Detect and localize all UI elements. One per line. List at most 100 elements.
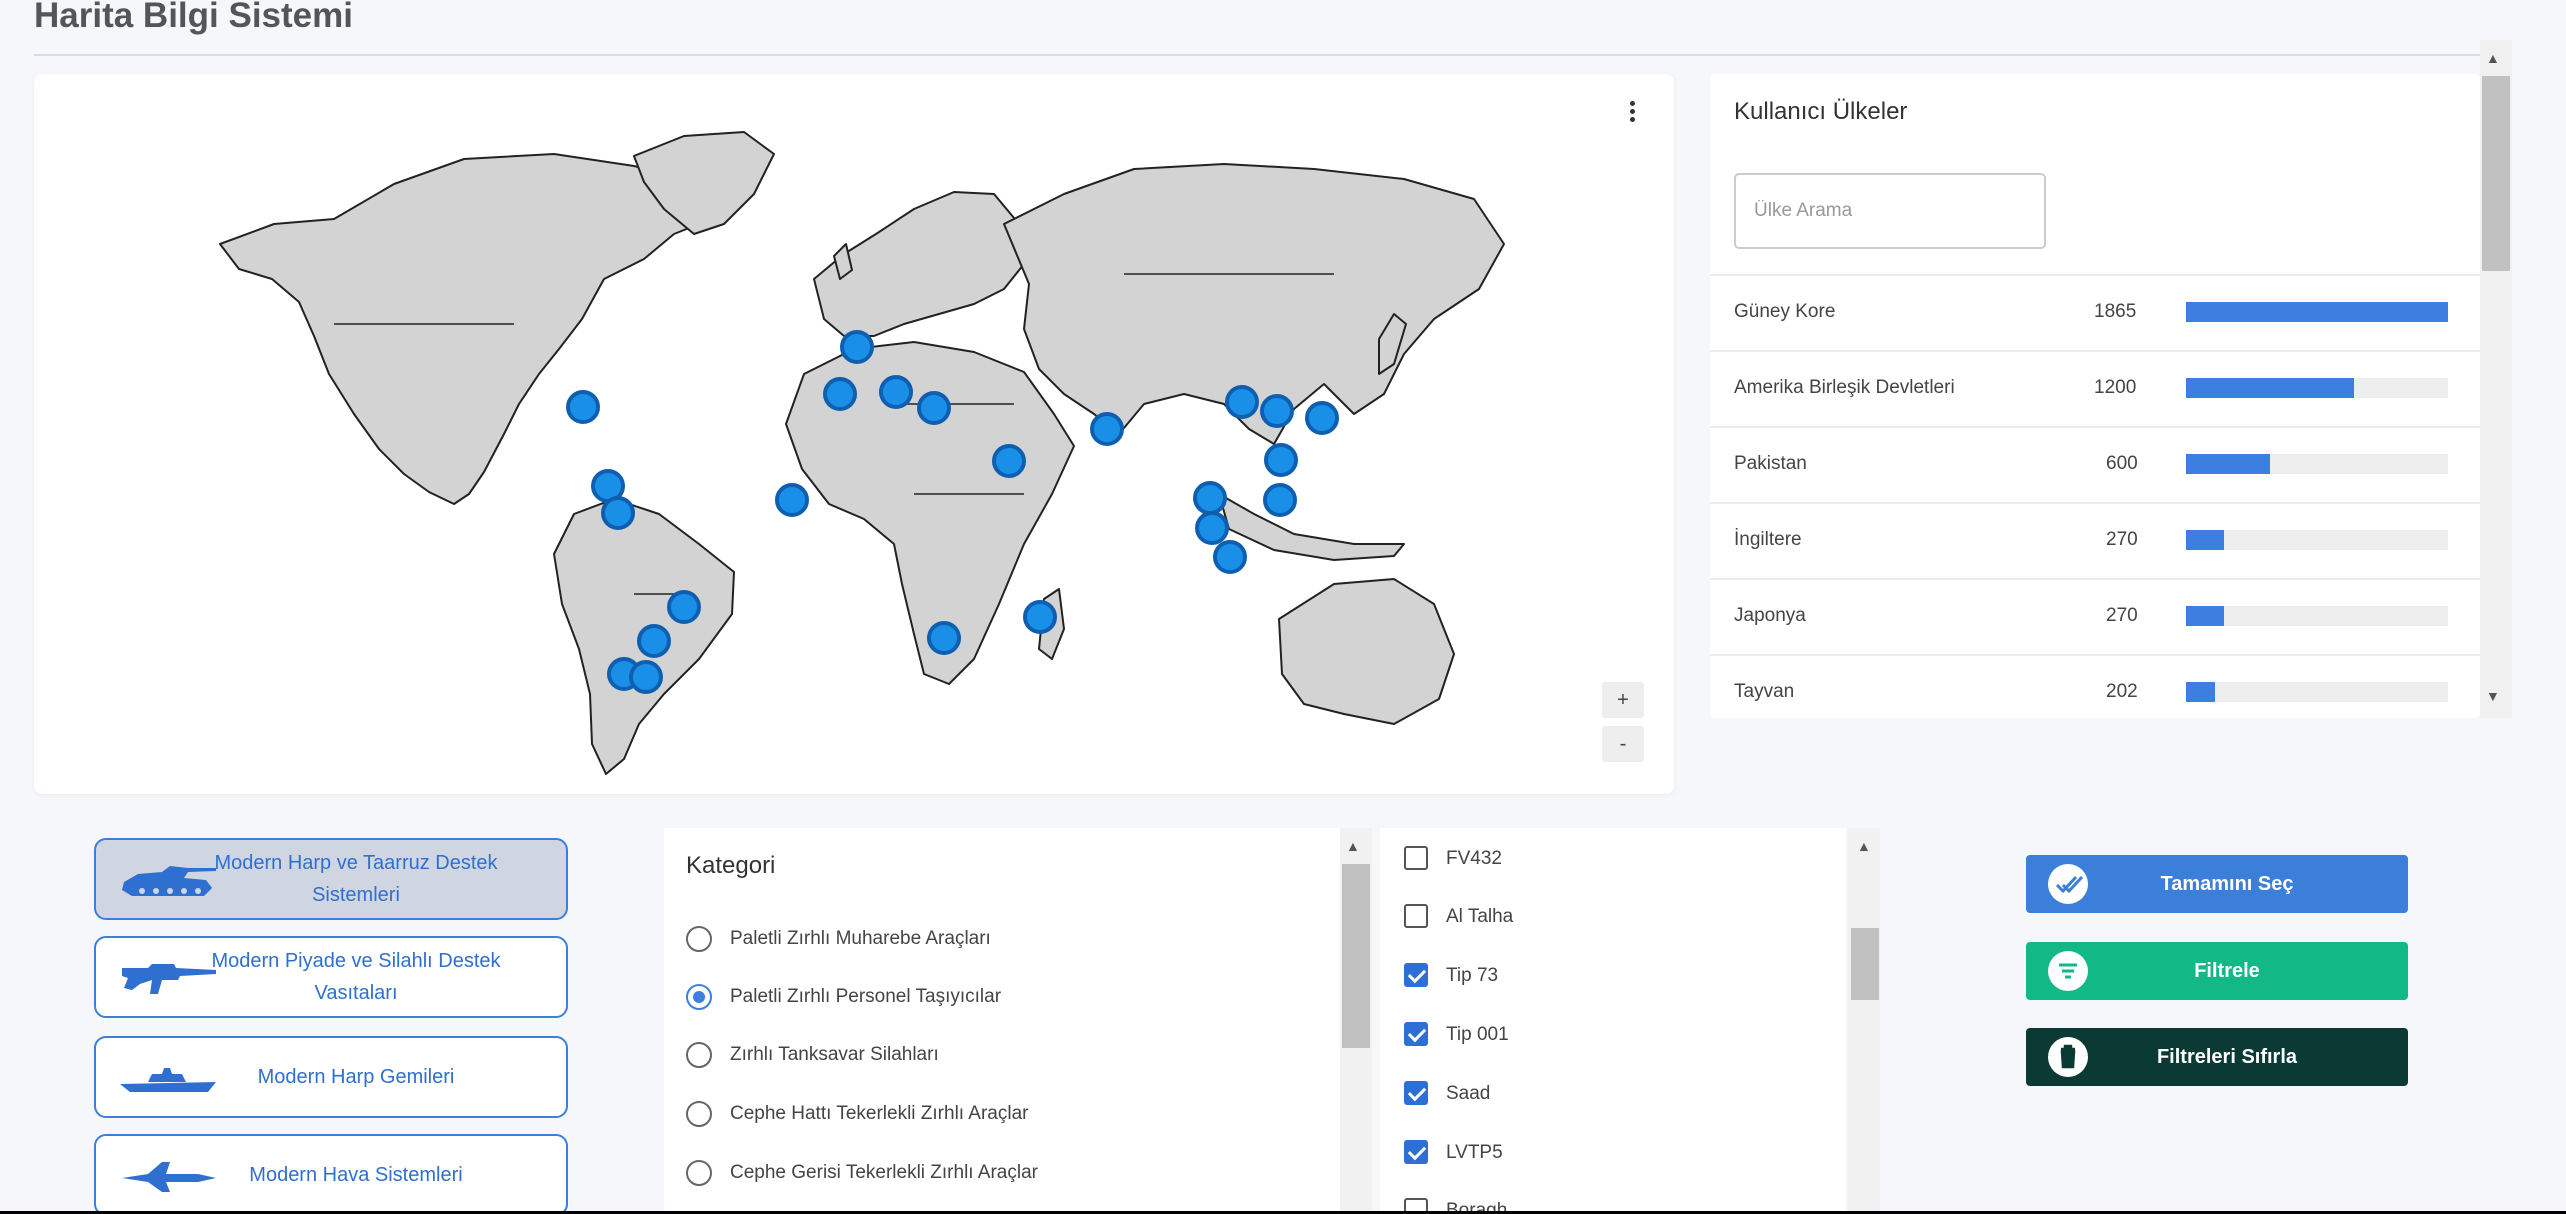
option-label: Paletli Zırhlı Personel Taşıyıcılar [730,986,1002,1007]
country-share-fill [2186,378,2354,398]
page: Harita Bilgi Sistemi + - Kullanıcı Ülkel… [0,0,2566,1211]
map-marker[interactable] [992,444,1026,478]
option-label: Cephe Hattı Tekerlekli Zırhlı Araçlar [730,1103,1029,1124]
map-marker[interactable] [566,390,600,424]
radio-button[interactable] [686,1101,712,1127]
checkbox[interactable] [1404,1022,1428,1046]
country-row[interactable]: Güney Kore 1865 [1710,274,2480,350]
option-label: Zırhlı Tanksavar Silahları [730,1044,939,1065]
scroll-down-arrow-icon[interactable]: ▼ [2486,688,2500,704]
country-row[interactable]: Japonya 270 [1710,578,2480,654]
map-marker[interactable] [1195,511,1229,545]
checkbox[interactable] [1404,846,1428,870]
radio-button[interactable] [686,984,712,1010]
rifle-icon [122,964,216,994]
checkbox[interactable] [1404,1140,1428,1164]
model-label: Tip 001 [1446,1024,1509,1045]
map-marker[interactable] [1193,481,1227,515]
category-label: Modern Harp Gemileri [257,1066,455,1088]
reset-filters-button[interactable]: Filtreleri Sıfırla [2026,1028,2408,1086]
select-all-label: Tamamını Seç [2160,873,2294,895]
filter-button[interactable]: Filtrele [2026,942,2408,1000]
model-label: LVTP5 [1446,1142,1503,1163]
australia-landmass [1278,578,1455,725]
scroll-up-arrow-icon[interactable]: ▲ [1346,838,1360,854]
country-row[interactable]: Tayvan 202 [1710,654,2480,718]
checkbox[interactable] [1404,1081,1428,1105]
country-share-fill [2186,454,2270,474]
checkbox[interactable] [1404,963,1428,987]
zoom-out-button[interactable]: - [1602,726,1644,762]
checkbox[interactable] [1404,904,1428,928]
category-button-piyade[interactable]: Modern Piyade ve Silahlı Destek Vasıtala… [94,936,568,1018]
map-marker[interactable] [917,391,951,425]
map-marker[interactable] [1305,401,1339,435]
map-marker[interactable] [927,621,961,655]
country-count: 600 [2106,453,2138,474]
map-marker[interactable] [775,483,809,517]
country-count: 1200 [2094,377,2137,398]
option-label: Cephe Gerisi Tekerlekli Zırhlı Araçlar [730,1162,1038,1183]
category-button-hava[interactable]: Modern Hava Sistemleri [94,1134,568,1211]
map-marker[interactable] [879,375,913,409]
country-count: 270 [2106,529,2138,550]
model-list-panel: FV432 Al Talha Tip 73 Tip 001 Saad LVTP5… [1380,828,1846,1211]
user-countries-panel: Kullanıcı Ülkeler Güney Kore 1865 Amerik… [1710,74,2480,718]
zoom-in-button[interactable]: + [1602,682,1644,718]
scroll-up-arrow-icon[interactable]: ▲ [2486,50,2500,66]
country-name: İngiltere [1734,529,1802,550]
map-marker[interactable] [1263,483,1297,517]
scroll-up-arrow-icon[interactable]: ▲ [1857,838,1871,854]
map-marker[interactable] [840,330,874,364]
indonesia-landmass [1218,493,1405,561]
country-row[interactable]: Pakistan 600 [1710,426,2480,502]
map-marker[interactable] [629,660,663,694]
kategori-scroll-thumb[interactable] [1342,864,1370,1048]
map-marker[interactable] [1260,394,1294,428]
country-name: Amerika Birleşik Devletleri [1734,377,1955,398]
map-marker[interactable] [1225,385,1259,419]
map-marker[interactable] [1264,443,1298,477]
category-label: Modern Piyade ve Silahlı Destek Vasıtala… [211,950,501,1004]
jet-icon [122,1162,216,1192]
radio-button[interactable] [686,926,712,952]
country-share-bar [2186,378,2448,398]
country-count: 1865 [2094,301,2137,322]
map-marker[interactable] [823,377,857,411]
country-name: Tayvan [1734,681,1795,702]
more-options-icon[interactable] [1622,98,1642,132]
country-name: Güney Kore [1734,301,1836,322]
model-label: Saad [1446,1083,1491,1104]
radio-button[interactable] [686,1160,712,1186]
country-row[interactable]: İngiltere 270 [1710,502,2480,578]
country-count: 202 [2106,681,2138,702]
category-button-harp-taarruz[interactable]: Modern Harp ve Taarruz Destek Sistemleri [94,838,568,920]
filter-label: Filtrele [2194,960,2260,982]
map-marker[interactable] [667,590,701,624]
select-all-button[interactable]: Tamamını Seç [2026,855,2408,913]
model-list-scrollbar[interactable] [1848,828,1880,1211]
country-name: Pakistan [1734,453,1807,474]
countries-title: Kullanıcı Ülkeler [1734,98,1908,125]
radio-button[interactable] [686,1042,712,1068]
map-marker[interactable] [637,624,671,658]
category-button-gemiler[interactable]: Modern Harp Gemileri [94,1036,568,1118]
map-marker[interactable] [1090,412,1124,446]
country-share-bar [2186,682,2448,702]
country-row[interactable]: Amerika Birleşik Devletleri 1200 [1710,350,2480,426]
countries-scroll-thumb[interactable] [2482,76,2510,271]
map-marker[interactable] [1023,600,1057,634]
tank-icon [122,866,216,896]
map-marker[interactable] [1213,540,1247,574]
checkbox[interactable] [1404,1198,1428,1211]
country-share-fill [2186,682,2215,702]
map-marker[interactable] [601,496,635,530]
country-share-fill [2186,530,2224,550]
model-list-scroll-thumb[interactable] [1851,928,1879,1000]
country-count: 270 [2106,605,2138,626]
world-map[interactable] [34,74,1674,794]
option-label: Paletli Zırhlı Muharebe Araçları [730,928,991,949]
kategori-panel: Kategori Paletli Zırhlı Muharebe Araçlar… [664,828,1344,1211]
model-label: Boragh [1446,1200,1508,1211]
country-search-input[interactable] [1734,173,2046,249]
